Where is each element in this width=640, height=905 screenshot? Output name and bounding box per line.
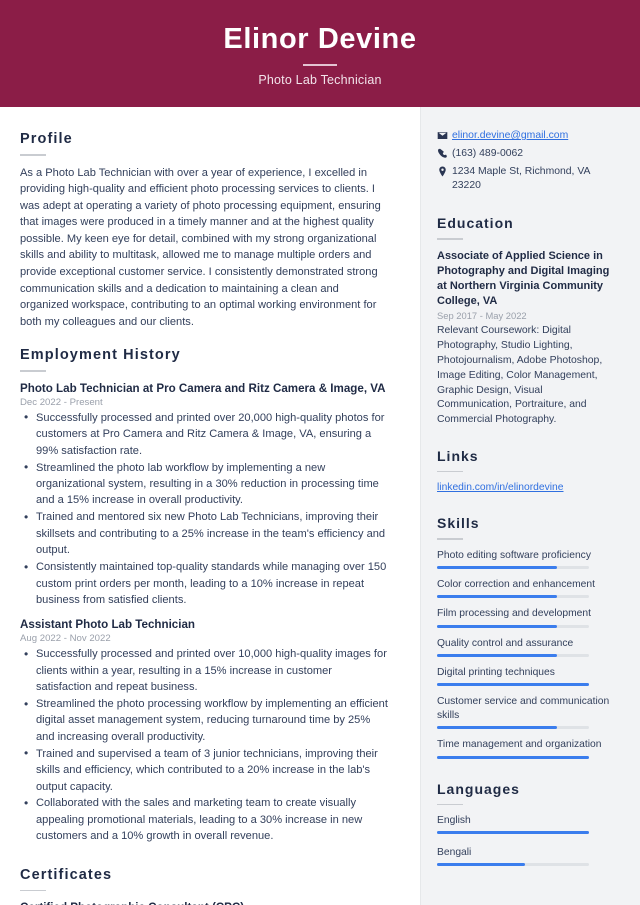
- education-date: Sep 2017 - May 2022: [437, 310, 527, 322]
- job-bullet: Trained and supervised a team of 3 junio…: [20, 745, 390, 795]
- heading-underline: [20, 370, 46, 372]
- candidate-job-title: Photo Lab Technician: [258, 73, 382, 88]
- skill-bar-track: [437, 726, 589, 730]
- skill-bar-fill: [437, 726, 558, 730]
- skill-item: Quality control and assurance: [437, 637, 618, 657]
- skill-bar-track: [437, 595, 589, 599]
- skill-bar-fill: [437, 595, 558, 599]
- job-bullet: Trained and mentored six new Photo Lab T…: [20, 509, 390, 558]
- address-value: 1234 Maple St, Richmond, VA 23220: [452, 166, 590, 191]
- skill-bar-track: [437, 755, 589, 759]
- language-bar-fill: [437, 863, 526, 867]
- language-bar-track: [437, 831, 589, 835]
- heading-underline: [437, 238, 463, 240]
- skill-bar-track: [437, 682, 589, 686]
- skill-label: Film processing and development: [437, 608, 591, 620]
- education-heading: Education: [437, 215, 514, 231]
- skill-item: Film processing and development: [437, 607, 618, 628]
- skill-bar-fill: [437, 682, 589, 686]
- envelope-icon: [437, 129, 452, 141]
- email-value[interactable]: elinor.devine@gmail.com: [452, 129, 568, 143]
- section-profile: Profile As a Photo Lab Technician with o…: [20, 131, 390, 330]
- certificate-entry: Certified Photographic Consultant (CPC) …: [20, 900, 390, 905]
- skill-label: Time management and organization: [437, 739, 602, 751]
- contact-phone-row: (163) 489-0062: [437, 147, 618, 161]
- job-date: Aug 2022 - Nov 2022: [20, 633, 111, 645]
- skills-heading: Skills: [437, 515, 480, 532]
- links-heading: Links: [437, 447, 479, 464]
- language-item: English: [437, 814, 618, 835]
- contact-address-row: 1234 Maple St, Richmond, VA 23220: [437, 165, 618, 193]
- skill-label: Customer service and communication skill…: [437, 695, 610, 722]
- skill-bar-track: [437, 653, 589, 657]
- language-label: English: [437, 815, 471, 827]
- language-bar-track: [437, 863, 589, 867]
- heading-underline: [20, 154, 46, 156]
- job-title: Photo Lab Technician at Pro Camera and R…: [20, 381, 386, 395]
- section-employment-history: Employment History Photo Lab Technician …: [20, 347, 390, 844]
- job-title: Assistant Photo Lab Technician: [20, 618, 196, 632]
- skill-bar-fill: [437, 755, 589, 759]
- job-bullet: Successfully processed and printed over …: [20, 409, 390, 459]
- resume-header: Elinor Devine Photo Lab Technician: [0, 0, 640, 107]
- education-description: Relevant Coursework: Digital Photography…: [437, 325, 603, 426]
- employment-entry: Photo Lab Technician at Pro Camera and R…: [20, 381, 390, 608]
- job-bullet: Collaborated with the sales and marketin…: [20, 795, 390, 844]
- section-languages: Languages English Bengali: [437, 781, 618, 867]
- job-bullet: Successfully processed and printed over …: [20, 646, 390, 695]
- section-education: Education Associate of Applied Science i…: [437, 215, 618, 428]
- skill-item: Customer service and communication skill…: [437, 695, 618, 730]
- language-bar-fill: [437, 831, 589, 835]
- language-item: Bengali: [437, 846, 618, 867]
- certificates-heading: Certificates: [20, 866, 113, 883]
- resume-page: Elinor Devine Photo Lab Technician Profi…: [0, 0, 640, 905]
- profile-text: As a Photo Lab Technician with over a ye…: [20, 166, 381, 328]
- sidebar-column: elinor.devine@gmail.com (163) 489-0062 1…: [420, 107, 640, 905]
- skill-bar-track: [437, 624, 589, 628]
- profile-heading: Profile: [20, 131, 73, 147]
- heading-underline: [437, 803, 463, 806]
- job-bullet: Streamlined the photo lab workflow by im…: [20, 459, 390, 509]
- employment-heading: Employment History: [20, 347, 181, 364]
- phone-value: (163) 489-0062: [452, 148, 524, 159]
- language-label: Bengali: [437, 847, 472, 859]
- job-bullet: Streamlined the photo processing workflo…: [20, 696, 390, 745]
- languages-heading: Languages: [437, 780, 520, 797]
- skill-item: Color correction and enhancement: [437, 578, 618, 599]
- skill-label: Quality control and assurance: [437, 637, 574, 649]
- header-divider: [303, 64, 337, 67]
- main-column: Profile As a Photo Lab Technician with o…: [0, 107, 420, 905]
- skill-bar-track: [437, 566, 589, 570]
- section-certificates: Certificates Certified Photographic Cons…: [20, 867, 390, 905]
- candidate-name: Elinor Devine: [223, 22, 417, 55]
- skill-label: Photo editing software proficiency: [437, 549, 591, 561]
- employment-entry: Assistant Photo Lab Technician Aug 2022 …: [20, 617, 390, 844]
- resume-body: Profile As a Photo Lab Technician with o…: [0, 107, 640, 905]
- skill-item: Digital printing techniques: [437, 666, 618, 686]
- skill-bar-fill: [437, 653, 558, 657]
- heading-underline: [437, 538, 463, 540]
- skill-item: Photo editing software proficiency: [437, 549, 618, 570]
- education-degree: Associate of Applied Science in Photogra…: [437, 249, 610, 308]
- link-linkedin[interactable]: linkedin.com/in/elinordevine: [437, 481, 618, 495]
- skill-item: Time management and organization: [437, 738, 618, 759]
- certificate-title: Certified Photographic Consultant (CPC): [20, 900, 390, 905]
- heading-underline: [437, 470, 463, 473]
- skill-bar-fill: [437, 624, 558, 628]
- skill-label: Color correction and enhancement: [437, 579, 595, 591]
- heading-underline: [20, 889, 46, 892]
- section-skills: Skills Photo editing software proficienc…: [437, 515, 618, 759]
- skill-bar-fill: [437, 566, 558, 570]
- job-date: Dec 2022 - Present: [20, 396, 103, 408]
- contact-block: elinor.devine@gmail.com (163) 489-0062 1…: [437, 129, 618, 193]
- contact-email-row[interactable]: elinor.devine@gmail.com: [437, 129, 618, 143]
- section-links: Links linkedin.com/in/elinordevine: [437, 448, 618, 496]
- phone-icon: [437, 147, 452, 159]
- location-pin-icon: [437, 165, 452, 177]
- job-bullets: Successfully processed and printed over …: [20, 409, 390, 608]
- job-bullets: Successfully processed and printed over …: [20, 646, 390, 844]
- skill-label: Digital printing techniques: [437, 666, 555, 678]
- job-bullet: Consistently maintained top-quality stan…: [20, 559, 390, 608]
